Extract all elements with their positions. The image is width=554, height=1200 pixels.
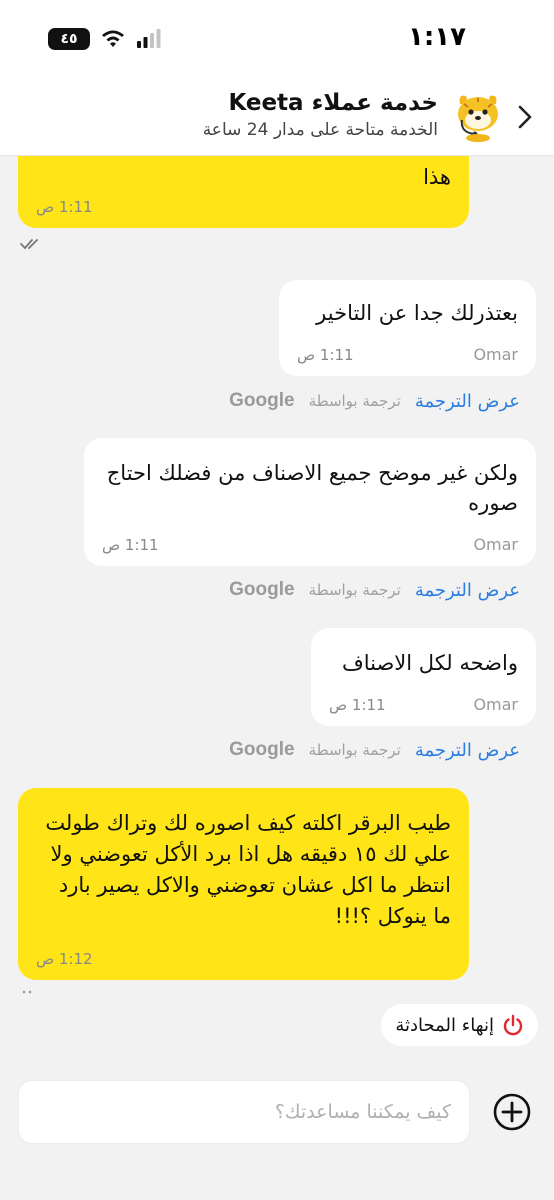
read-receipt-icon: [20, 239, 38, 250]
message-text: واضحه لكل الاصناف: [341, 651, 518, 675]
sent-receipt-icon: [22, 990, 32, 994]
message-sender: Omar: [473, 345, 518, 364]
show-translation-link[interactable]: عرض الترجمة: [415, 580, 520, 601]
status-time: ١:١٧: [407, 22, 466, 52]
google-logo: Google: [229, 579, 295, 600]
show-translation-link[interactable]: عرض الترجمة: [415, 391, 520, 412]
power-icon: [503, 1014, 523, 1036]
message-time: 1:11 ص: [36, 198, 93, 216]
chat-header: خدمة عملاء Keeta الخدمة متاحة على مدار 2…: [0, 76, 554, 156]
signal-icon: [137, 29, 161, 48]
translated-by-label: ترجمة بواسطة: [308, 741, 401, 759]
agent-message: بعتذرلك جدا عن التاخير Omar 1:11 ص: [279, 280, 536, 376]
battery-icon: ٤٥: [48, 28, 90, 50]
message-sender: Omar: [473, 535, 518, 554]
chevron-right-icon: [518, 105, 532, 129]
status-icons: ٤٥: [48, 28, 162, 50]
message-input[interactable]: كيف يمكننا مساعدتك؟: [18, 1080, 470, 1144]
google-logo: Google: [229, 739, 295, 760]
message-text: هذا: [423, 165, 451, 189]
back-button[interactable]: [514, 102, 536, 132]
my-message: طيب البرقر اكلته كيف اصوره لك وتراك طولت…: [18, 788, 469, 980]
message-sender: Omar: [473, 695, 518, 714]
translation-row: عرض الترجمة ترجمة بواسطة Google: [229, 577, 520, 603]
end-chat-button[interactable]: إنهاء المحادثة: [381, 1004, 538, 1046]
header-title: خدمة عملاء Keeta: [228, 90, 438, 116]
message-time: 1:11 ص: [297, 346, 354, 364]
chat-messages[interactable]: هذا 1:11 ص بعتذرلك جدا عن التاخير Omar 1…: [0, 156, 554, 1016]
translation-row: عرض الترجمة ترجمة بواسطة Google: [229, 388, 520, 414]
my-message: هذا 1:11 ص: [18, 156, 469, 228]
translation-row: عرض الترجمة ترجمة بواسطة Google: [229, 737, 520, 763]
message-text: طيب البرقر اكلته كيف اصوره لك وتراك طولت…: [45, 811, 451, 928]
end-chat-label: إنهاء المحادثة: [395, 1014, 494, 1036]
status-bar: ٤٥ ١:١٧: [0, 0, 554, 76]
agent-message: واضحه لكل الاصناف Omar 1:11 ص: [311, 628, 536, 726]
support-mascot-avatar: [458, 95, 498, 142]
translated-by-label: ترجمة بواسطة: [308, 581, 401, 599]
agent-message: ولكن غير موضح جميع الاصناف من فضلك احتاج…: [84, 438, 536, 566]
add-attachment-button[interactable]: [492, 1092, 532, 1132]
message-text: ولكن غير موضح جميع الاصناف من فضلك احتاج…: [106, 461, 518, 515]
composer: كيف يمكننا مساعدتك؟: [0, 1062, 554, 1200]
show-translation-link[interactable]: عرض الترجمة: [415, 740, 520, 761]
wifi-icon: [102, 30, 124, 47]
google-logo: Google: [229, 390, 295, 411]
message-time: 1:11 ص: [102, 536, 159, 554]
translated-by-label: ترجمة بواسطة: [308, 392, 401, 410]
message-time: 1:11 ص: [329, 696, 386, 714]
message-time: 1:12 ص: [36, 950, 93, 968]
message-text: بعتذرلك جدا عن التاخير: [316, 301, 518, 325]
header-subtitle: الخدمة متاحة على مدار 24 ساعة: [202, 120, 438, 140]
